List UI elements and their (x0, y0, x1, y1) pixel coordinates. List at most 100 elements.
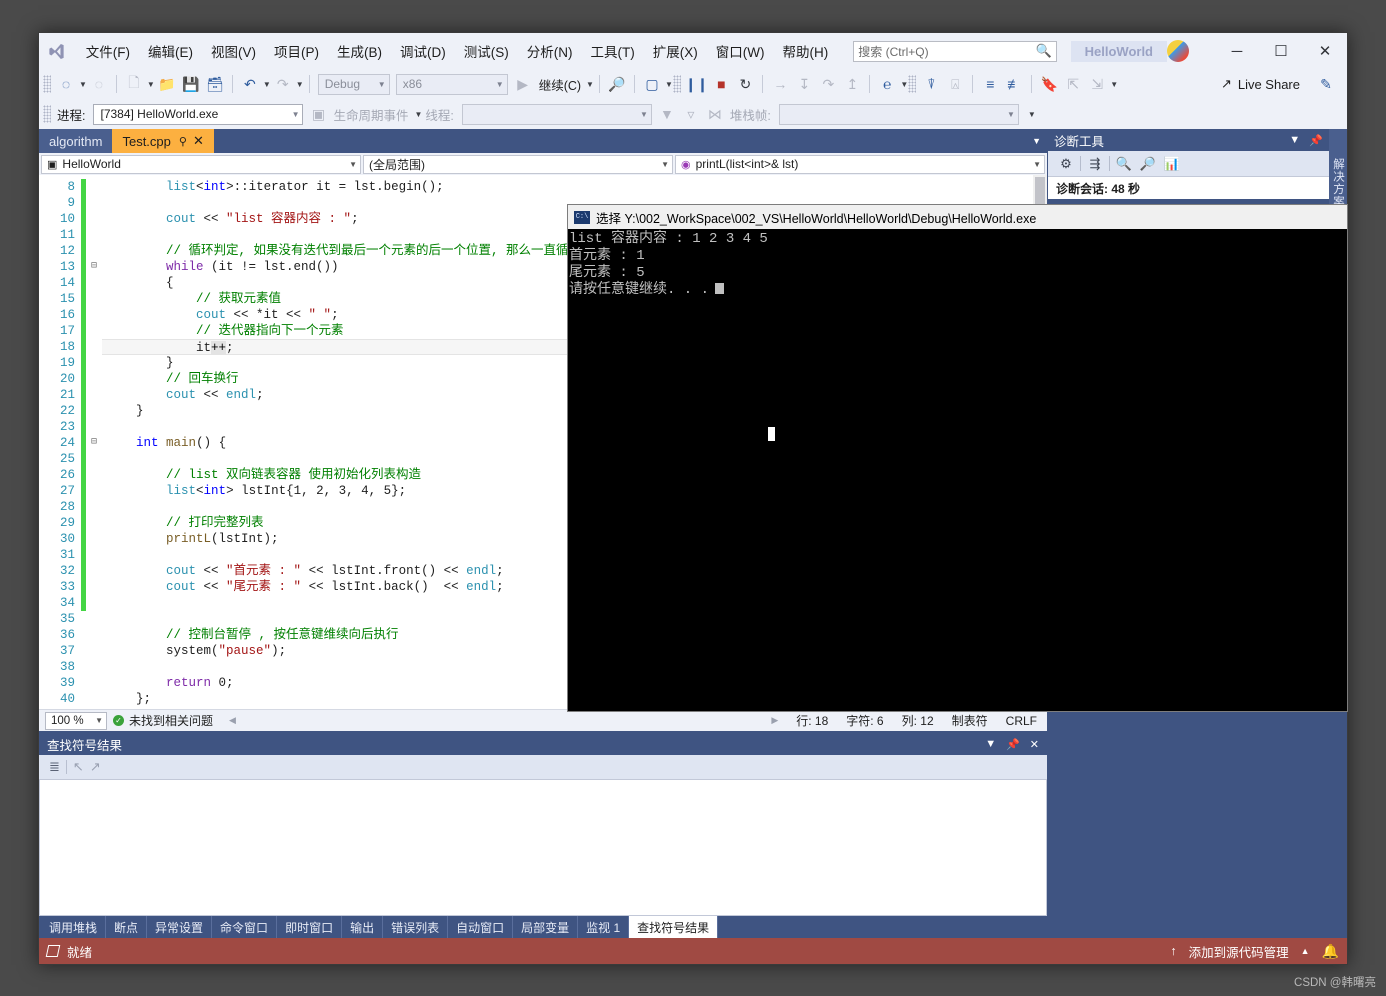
undo-icon[interactable]: ↶ (239, 73, 261, 95)
lifecycle-events-icon[interactable]: ▣ (307, 103, 329, 125)
zoom-level-combo[interactable]: 100 % ▼ (45, 712, 107, 730)
menu-item-test[interactable]: 测试(S) (455, 36, 518, 66)
menu-item-file[interactable]: 文件(F) (77, 36, 139, 66)
find-symbol-results-list[interactable] (39, 779, 1047, 916)
uncomment-selection-icon[interactable]: ⍓ (944, 73, 966, 95)
previous-result-icon[interactable]: ↖ (73, 759, 84, 775)
fold-toggle-icon[interactable]: ⊟ (86, 435, 102, 451)
code-line[interactable]: list<int>::iterator it = lst.begin(); (102, 179, 1047, 195)
issues-next-icon[interactable]: ▶ (771, 715, 778, 726)
continue-dropdown-icon[interactable]: ▼ (586, 80, 594, 89)
next-result-icon[interactable]: ↗ (90, 759, 101, 775)
intellitrace-dropdown-icon[interactable]: ▼ (900, 80, 908, 89)
navigate-backward-icon[interactable]: ◌ (55, 73, 77, 95)
gear-icon[interactable]: ⚙ (1056, 154, 1076, 174)
bottom-tab-item[interactable]: 输出 (342, 916, 383, 938)
menu-item-tools[interactable]: 工具(T) (582, 36, 644, 66)
pin-icon[interactable]: 📌 (1006, 738, 1020, 751)
console-output[interactable]: list 容器内容 : 1 2 3 4 5 首元素 : 1 尾元素 : 5 请按… (568, 229, 1347, 711)
member-scope-combo[interactable]: ◉ printL(list<int>& lst) ▼ (675, 155, 1045, 174)
bottom-tab-item[interactable]: 调用堆栈 (41, 916, 106, 938)
bottom-tab-item[interactable]: 命令窗口 (212, 916, 277, 938)
intellitrace-icon[interactable]: ℮ (876, 73, 898, 95)
live-share-button[interactable]: ↗ Live Share (1221, 76, 1300, 92)
menu-item-extensions[interactable]: 扩展(X) (644, 36, 707, 66)
thread-combo[interactable]: ▼ (462, 104, 652, 125)
menu-item-project[interactable]: 项目(P) (265, 36, 328, 66)
debug-toolbar-overflow-icon[interactable]: ▼ (1028, 110, 1036, 119)
bottom-tab-item[interactable]: 错误列表 (383, 916, 448, 938)
continue-play-icon[interactable]: ▶ (512, 73, 534, 95)
chevron-down-icon[interactable]: ▼ (1289, 134, 1300, 146)
save-all-icon[interactable]: 🗃 (204, 73, 226, 95)
stop-debugging-icon[interactable]: ■ (710, 73, 732, 95)
close-icon[interactable]: ✕ (193, 133, 204, 149)
menu-item-edit[interactable]: 编辑(E) (139, 36, 202, 66)
flag-threads-icon[interactable]: ▼ (656, 103, 678, 125)
redo-dropdown-icon[interactable]: ▼ (296, 80, 304, 89)
break-all-icon[interactable]: ❙❙ (685, 73, 708, 95)
close-button[interactable]: ✕ (1303, 36, 1347, 66)
step-out-icon[interactable]: ↥ (841, 73, 863, 95)
bottom-tab-item[interactable]: 自动窗口 (448, 916, 513, 938)
show-flagged-threads-icon[interactable]: ▿ (680, 103, 702, 125)
menu-item-analyze[interactable]: 分析(N) (518, 36, 582, 66)
menu-item-view[interactable]: 视图(V) (202, 36, 265, 66)
bottom-tab-item[interactable]: 断点 (106, 916, 147, 938)
menu-item-debug[interactable]: 调试(D) (391, 36, 455, 66)
attach-to-process-icon[interactable]: 🔎 (606, 73, 628, 95)
maximize-button[interactable]: ☐ (1259, 36, 1303, 66)
source-control-label[interactable]: 添加到源代码管理 (1189, 942, 1289, 961)
stackframe-combo[interactable]: ▼ (779, 104, 1019, 125)
restart-icon[interactable]: ↻ (734, 73, 756, 95)
toolbar-grip[interactable] (673, 75, 681, 93)
hot-reload-dropdown-icon[interactable]: ▼ (665, 80, 673, 89)
toggle-bookmark-icon[interactable]: 🔖 (1038, 73, 1060, 95)
bottom-tab-active[interactable]: 查找符号结果 (629, 916, 718, 938)
bottom-tab-item[interactable]: 异常设置 (147, 916, 212, 938)
show-next-statement-icon[interactable]: → (769, 73, 791, 95)
fold-toggle-icon[interactable]: ⊟ (86, 259, 102, 275)
minimize-button[interactable]: ─ (1215, 36, 1259, 66)
navigate-forward-icon[interactable]: ◌ (88, 73, 110, 95)
account-avatar-icon[interactable] (1167, 40, 1189, 62)
bottom-tab-item[interactable]: 局部变量 (513, 916, 578, 938)
pin-icon[interactable]: 📌 (1309, 134, 1323, 147)
step-into-icon[interactable]: ↧ (793, 73, 815, 95)
code-folding-column[interactable]: ⊟⊟ (86, 175, 102, 709)
show-graph-icon[interactable]: 📊 (1162, 154, 1182, 174)
editor-tab-algorithm[interactable]: algorithm (39, 129, 112, 153)
toolbar-grip[interactable] (43, 75, 51, 93)
menu-item-help[interactable]: 帮助(H) (774, 36, 838, 66)
menu-item-build[interactable]: 生成(B) (328, 36, 391, 66)
zoom-in-icon[interactable]: 🔍 (1114, 154, 1134, 174)
hot-reload-icon[interactable]: ▢ (641, 73, 663, 95)
source-control-upload-icon[interactable]: ↑ (1170, 944, 1176, 958)
show-threads-in-source-icon[interactable]: ⋈ (704, 103, 726, 125)
issues-prev-icon[interactable]: ◀ (229, 715, 236, 726)
tab-overflow-icon[interactable]: ▼ (1032, 129, 1047, 153)
console-window[interactable]: C:\ 选择 Y:\002_WorkSpace\002_VS\HelloWorl… (567, 204, 1348, 712)
new-project-dropdown-icon[interactable]: ▼ (147, 80, 155, 89)
solution-platform-combo[interactable]: x86 ▼ (396, 74, 508, 95)
previous-bookmark-icon[interactable]: ⇱ (1062, 73, 1084, 95)
navigate-backward-dropdown-icon[interactable]: ▼ (79, 80, 87, 89)
chevron-up-icon[interactable]: ▲ (1301, 946, 1310, 956)
toolbar-grip[interactable] (43, 105, 51, 123)
increase-indent-icon[interactable]: ≡ (979, 73, 1001, 95)
feedback-icon[interactable]: ✎ (1315, 73, 1337, 95)
project-scope-combo[interactable]: ▣ HelloWorld ▼ (41, 155, 361, 174)
list-view-icon[interactable]: ≣ (49, 759, 60, 775)
comment-selection-icon[interactable]: ⍒ (920, 73, 942, 95)
process-combo[interactable]: [7384] HelloWorld.exe ▼ (93, 104, 303, 125)
toolbar-grip[interactable] (908, 75, 916, 93)
editor-tab-test-cpp[interactable]: Test.cpp ⚲ ✕ (112, 129, 213, 153)
notifications-bell-icon[interactable]: 🔔 (1322, 943, 1339, 960)
step-over-icon[interactable]: ↷ (817, 73, 839, 95)
undo-dropdown-icon[interactable]: ▼ (263, 80, 271, 89)
next-bookmark-icon[interactable]: ⇲ (1086, 73, 1108, 95)
chevron-down-icon[interactable]: ▼ (985, 738, 996, 751)
search-input[interactable]: 搜索 (Ctrl+Q) 🔍 (853, 41, 1056, 62)
lifecycle-dropdown-icon[interactable]: ▼ (415, 110, 423, 119)
open-file-icon[interactable]: 📁 (156, 73, 178, 95)
